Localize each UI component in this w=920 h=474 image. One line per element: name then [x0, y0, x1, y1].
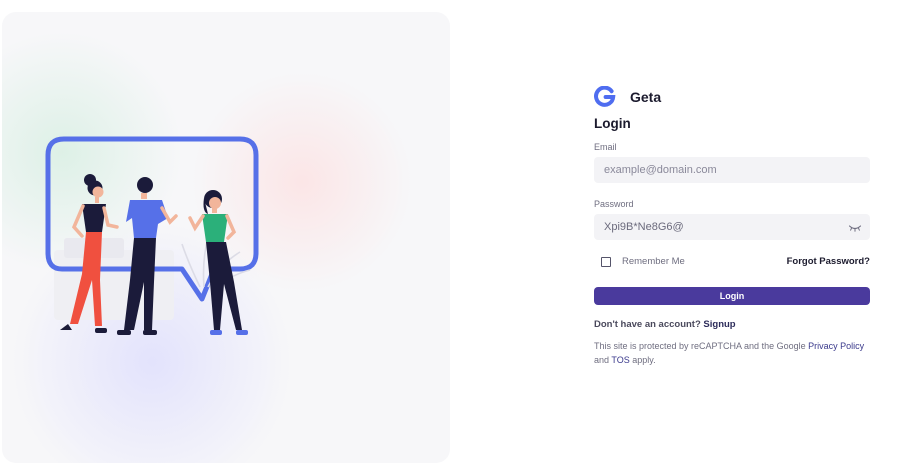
- signup-prompt-text: Don't have an account?: [594, 319, 701, 330]
- privacy-policy-link[interactable]: Privacy Policy: [808, 341, 864, 351]
- team-chat-illustration: [45, 136, 259, 335]
- signup-prompt: Don't have an account? Signup: [594, 319, 736, 330]
- apply-text: apply.: [632, 354, 656, 365]
- recaptcha-text: This site is protected by reCAPTCHA and …: [594, 341, 806, 351]
- eye-closed-icon[interactable]: [848, 223, 862, 233]
- page-title: Login: [594, 116, 631, 131]
- signup-link[interactable]: Signup: [703, 319, 735, 330]
- remember-me[interactable]: Remember Me: [601, 256, 685, 267]
- password-field[interactable]: [594, 214, 870, 240]
- remember-label: Remember Me: [622, 256, 685, 267]
- recaptcha-notice: This site is protected by reCAPTCHA and …: [594, 340, 870, 367]
- g-logo-icon: [594, 86, 616, 107]
- illustration-panel: [2, 12, 450, 463]
- tos-link[interactable]: TOS: [611, 355, 629, 365]
- brand: Geta: [594, 86, 661, 108]
- email-label: Email: [594, 142, 617, 152]
- forgot-password-link[interactable]: Forgot Password?: [787, 256, 870, 267]
- person-woman-right: [188, 190, 248, 335]
- remember-checkbox[interactable]: [601, 256, 611, 267]
- login-button[interactable]: Login: [594, 287, 870, 305]
- and-text: and: [594, 354, 610, 365]
- email-field[interactable]: [594, 157, 870, 183]
- bg-card: [54, 250, 174, 320]
- password-label: Password: [594, 199, 634, 209]
- brand-name: Geta: [630, 89, 662, 105]
